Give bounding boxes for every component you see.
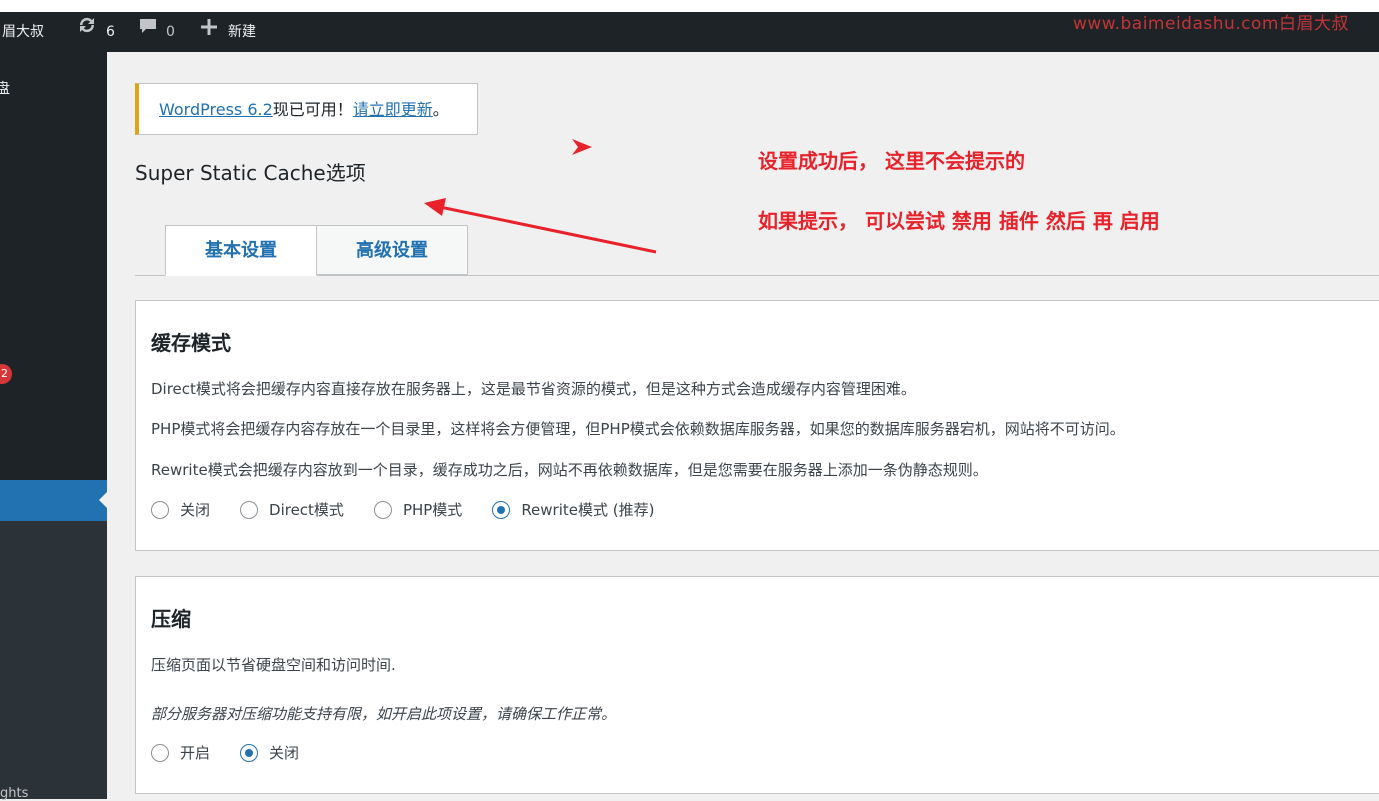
annotation-line-2: 如果提示， 可以尝试 禁用 插件 然后 再 启用 — [758, 209, 1160, 233]
small-arrow-icon — [572, 139, 592, 155]
pointer-arrow-head — [424, 198, 446, 216]
pointer-arrow-line — [439, 205, 657, 254]
annotation-arrows — [424, 139, 657, 254]
annotation-line-1: 设置成功后， 这里不会提示的 — [758, 149, 1025, 173]
